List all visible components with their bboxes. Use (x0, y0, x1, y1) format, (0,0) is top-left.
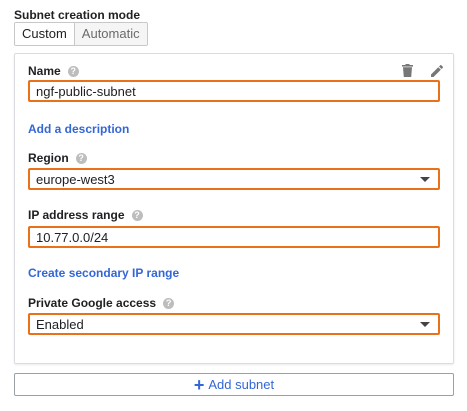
create-secondary-range-link[interactable]: Create secondary IP range (28, 266, 179, 280)
chevron-down-icon (420, 176, 430, 182)
subnet-card: Name ? Add a description Region ? europe… (14, 53, 454, 364)
private-access-value: Enabled (36, 316, 84, 332)
region-select[interactable]: europe-west3 (28, 168, 440, 190)
name-input[interactable] (30, 83, 438, 99)
help-icon[interactable]: ? (67, 65, 79, 77)
add-description-link[interactable]: Add a description (28, 122, 129, 136)
mode-custom-button[interactable]: Custom (15, 23, 75, 45)
private-access-select[interactable]: Enabled (28, 313, 440, 335)
help-icon[interactable]: ? (131, 209, 143, 221)
help-icon[interactable]: ? (75, 152, 87, 164)
ip-range-input[interactable] (30, 229, 438, 245)
region-label: Region ? (28, 151, 87, 165)
add-subnet-button[interactable]: + Add subnet (14, 373, 454, 396)
add-subnet-label: Add subnet (208, 377, 275, 392)
mode-automatic-button[interactable]: Automatic (74, 23, 147, 45)
help-icon[interactable]: ? (163, 297, 175, 309)
name-label: Name ? (28, 64, 79, 78)
ip-range-label: IP address range ? (28, 208, 143, 222)
subnet-creation-mode-label: Subnet creation mode (14, 8, 141, 22)
subnet-mode-toggle: Custom Automatic (14, 22, 148, 46)
name-field[interactable] (28, 80, 440, 102)
chevron-down-icon (420, 321, 430, 327)
region-value: europe-west3 (36, 171, 115, 187)
ip-range-field[interactable] (28, 226, 440, 248)
plus-icon: + (193, 374, 205, 395)
private-access-label: Private Google access ? (28, 296, 175, 310)
